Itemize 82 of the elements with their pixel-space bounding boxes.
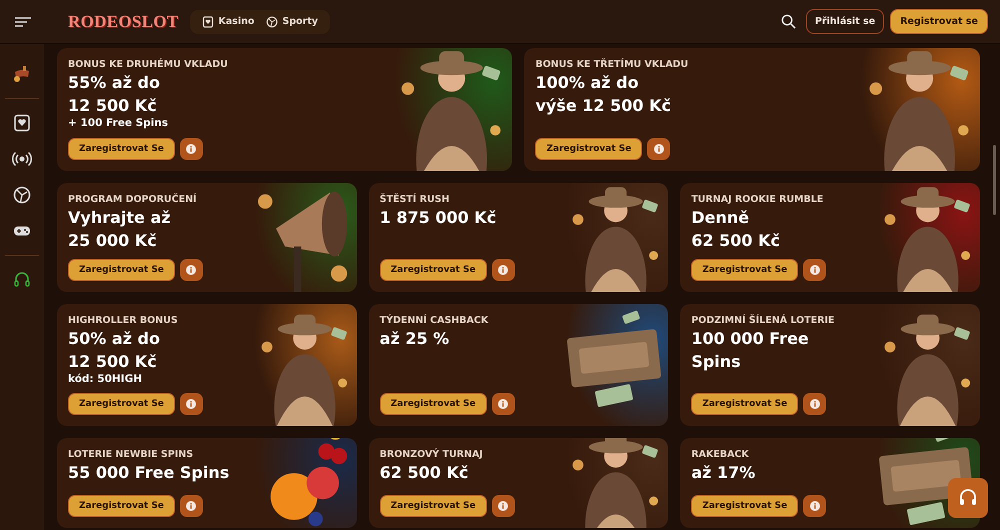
- promo-headline: až 17%: [691, 462, 756, 484]
- promo-headline: 55 000 Free Spins: [68, 462, 230, 484]
- info-button[interactable]: [803, 259, 826, 281]
- info-button[interactable]: [492, 393, 515, 415]
- promo-headline: Denně 62 500 Kč: [691, 207, 782, 252]
- promo-headline: 62 500 Kč: [380, 462, 470, 484]
- promo-title: LOTERIE NEWBIE SPINS: [68, 449, 194, 460]
- promo-card[interactable]: RAKEBACK až 17% Zaregistrovat Se: [680, 438, 980, 528]
- info-icon: [810, 399, 820, 409]
- promo-card[interactable]: BONUS KE DRUHÉMU VKLADU 55% až do 12 500 Kč + 100 Free Spins Zaregistrovat Se: [57, 48, 512, 171]
- login-button[interactable]: Přihlásit se: [806, 9, 884, 34]
- register-button[interactable]: Registrovat se: [890, 9, 988, 34]
- logo[interactable]: RODEOSLOT: [68, 12, 178, 32]
- register-button[interactable]: Zaregistrovat Se: [380, 495, 487, 517]
- register-button[interactable]: Zaregistrovat Se: [691, 259, 798, 281]
- register-button[interactable]: Zaregistrovat Se: [691, 393, 798, 415]
- info-icon: [186, 399, 196, 409]
- promo-card[interactable]: BRONZOVÝ TURNAJ 62 500 Kč Zaregistrovat Se: [368, 438, 668, 528]
- promo-card[interactable]: LOTERIE NEWBIE SPINS 55 000 Free Spins Zaregistrovat Se: [57, 438, 357, 528]
- search-icon[interactable]: [781, 14, 796, 29]
- promo-headline: 100 000 Free Spins: [691, 328, 810, 373]
- promo-headline: až 25 %: [380, 328, 450, 350]
- register-button[interactable]: Zaregistrovat Se: [68, 495, 175, 517]
- info-button[interactable]: [180, 138, 203, 160]
- nav-tab[interactable]: Sporty: [262, 14, 322, 30]
- info-button[interactable]: [492, 259, 515, 281]
- info-button[interactable]: [803, 495, 826, 517]
- info-button[interactable]: [492, 495, 515, 517]
- register-button[interactable]: Zaregistrovat Se: [535, 138, 642, 160]
- info-icon: [498, 265, 508, 275]
- info-button[interactable]: [180, 495, 203, 517]
- promo-title: RAKEBACK: [691, 449, 750, 460]
- broadcast-icon[interactable]: [12, 149, 32, 169]
- info-button[interactable]: [180, 259, 203, 281]
- promo-title: TURNAJ ROOKIE RUMBLE: [691, 194, 824, 205]
- card-icon[interactable]: [12, 113, 32, 133]
- register-button[interactable]: Zaregistrovat Se: [380, 393, 487, 415]
- info-icon: [654, 144, 664, 154]
- info-button[interactable]: [803, 393, 826, 415]
- info-icon: [186, 144, 196, 154]
- info-icon: [810, 501, 820, 511]
- info-button[interactable]: [180, 393, 203, 415]
- register-button[interactable]: Zaregistrovat Se: [68, 393, 175, 415]
- info-icon: [810, 265, 820, 275]
- info-button[interactable]: [647, 138, 670, 160]
- promo-card[interactable]: ŠTĚSTÍ RUSH 1 875 000 Kč Zaregistrovat Se: [368, 183, 668, 292]
- support-button[interactable]: [948, 478, 988, 518]
- promo-card[interactable]: TURNAJ ROOKIE RUMBLE Denně 62 500 Kč Zaregistrovat Se: [680, 183, 980, 292]
- promo-title: TÝDENNÍ CASHBACK: [380, 315, 490, 326]
- promo-title: BRONZOVÝ TURNAJ: [380, 449, 484, 460]
- promo-headline: 55% až do 12 500 Kč: [68, 72, 161, 117]
- ball-icon: [266, 16, 278, 28]
- promo-title: BONUS KE TŘETÍMU VKLADU: [535, 59, 690, 70]
- promo-card[interactable]: PROGRAM DOPORUČENÍ Vyhrajte až 25 000 Kč Zaregistrovat Se: [57, 183, 357, 292]
- promo-title: PROGRAM DOPORUČENÍ: [68, 194, 198, 205]
- promo-note: + 100 Free Spins: [68, 117, 170, 129]
- info-icon: [498, 501, 508, 511]
- card-icon: [202, 16, 214, 28]
- info-icon: [186, 265, 196, 275]
- ball-icon[interactable]: [12, 185, 32, 205]
- menu-icon[interactable]: [14, 16, 32, 28]
- promo-headline: Vyhrajte až 25 000 Kč: [68, 207, 172, 252]
- info-icon: [498, 399, 508, 409]
- register-button[interactable]: Zaregistrovat Se: [380, 259, 487, 281]
- promo-title: HIGHROLLER BONUS: [68, 315, 179, 326]
- promo-headline: 50% až do 12 500 Kč: [68, 328, 161, 373]
- promo-headline: 1 875 000 Kč: [380, 207, 498, 229]
- promo-note: kód: 50HIGH: [68, 373, 143, 385]
- info-icon: [186, 501, 196, 511]
- promo-headline: 100% až do výše 12 500 Kč: [535, 72, 672, 117]
- register-button[interactable]: Zaregistrovat Se: [68, 138, 175, 160]
- register-button[interactable]: Zaregistrovat Se: [691, 495, 798, 517]
- register-button[interactable]: Zaregistrovat Se: [68, 259, 175, 281]
- promo-card[interactable]: TÝDENNÍ CASHBACK až 25 % Zaregistrovat Se: [368, 304, 668, 426]
- promo-title: PODZIMNÍ ŠÍLENÁ LOTERIE: [691, 315, 836, 326]
- scrollbar[interactable]: [993, 145, 996, 215]
- promo-title: BONUS KE DRUHÉMU VKLADU: [68, 59, 229, 70]
- nav-tab[interactable]: Kasino: [198, 14, 258, 30]
- promo-title: ŠTĚSTÍ RUSH: [380, 194, 450, 205]
- promo-card[interactable]: HIGHROLLER BONUS 50% až do 12 500 Kč kód: 50HIGH Zaregistrovat Se: [57, 304, 357, 426]
- promo-card[interactable]: PODZIMNÍ ŠÍLENÁ LOTERIE 100 000 Free Spins Zaregistrovat Se: [680, 304, 980, 426]
- promo-card[interactable]: BONUS KE TŘETÍMU VKLADU 100% až do výše 12 500 Kč Zaregistrovat Se: [524, 48, 980, 171]
